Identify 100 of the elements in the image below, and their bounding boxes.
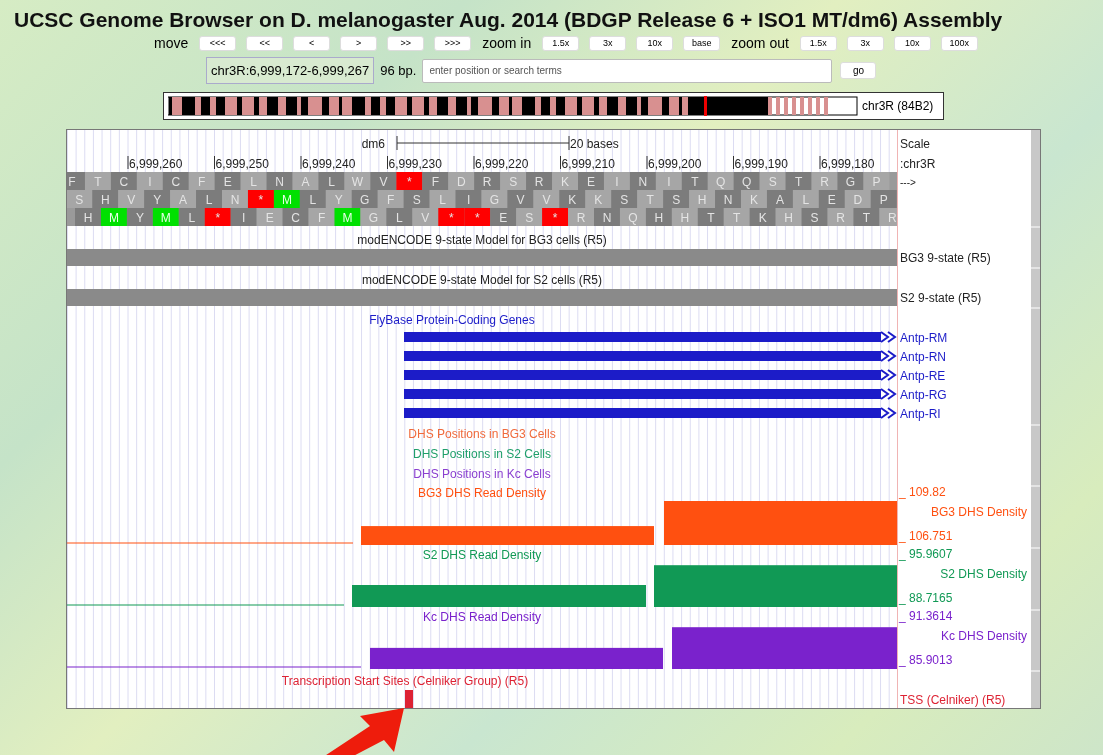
track-label: Kc DHS Density [940, 629, 1027, 643]
amino-acid-cell: L [318, 172, 345, 190]
track-label: S2 9-state (R5) [900, 291, 982, 305]
amino-acid-cell: F [308, 208, 335, 226]
amino-acid-cell: Q [707, 172, 734, 190]
track-label: BG3 9-state (R5) [900, 251, 991, 265]
amino-acid-cell: M [152, 208, 179, 226]
amino-acid-cell: T [681, 172, 708, 190]
move-button[interactable]: >>> [434, 35, 472, 51]
amino-acid-cell: D [844, 190, 871, 208]
amino-acid-cell: T [723, 208, 750, 226]
amino-acid-cell: L [429, 190, 456, 208]
amino-acid-cell: A [292, 172, 319, 190]
amino-acid-cell: Y [144, 190, 171, 208]
ruler-tick-label: 6,999,210 [561, 157, 615, 171]
zoom-out-button[interactable]: 10x [893, 35, 931, 51]
amino-acid-cell: A [170, 190, 197, 208]
range-min-label: _ 106.751 [899, 529, 953, 543]
amino-acid-cell: * [542, 208, 569, 226]
amino-acid-cell: H [645, 208, 672, 226]
amino-acid-cell: N [266, 172, 293, 190]
amino-acid-cell: R [811, 172, 838, 190]
amino-acid-cell: S [67, 190, 93, 208]
amino-acid-cell: L [196, 190, 223, 208]
nav-label: move [154, 35, 189, 51]
track-title: Kc DHS Read Density [423, 610, 541, 624]
chromosome-ideogram[interactable]: chr3R (84B2) [163, 92, 944, 120]
zoom-out-button[interactable]: 3x [846, 35, 884, 51]
amino-acid-cell: E [818, 190, 845, 208]
amino-acid-cell: R [827, 208, 854, 226]
ruler-tick-label: 6,999,220 [475, 157, 529, 171]
move-button[interactable]: >> [387, 35, 425, 51]
amino-acid-cell: L [178, 208, 205, 226]
track-title: S2 DHS Read Density [422, 548, 542, 562]
track-title: BG3 DHS Read Density [417, 486, 547, 500]
assembly-label: dm6 [361, 137, 385, 151]
move-button[interactable]: << [246, 35, 284, 51]
range-min-label: _ 88.7165 [899, 591, 953, 605]
page-title: UCSC Genome Browser on D. melanogaster Aug. 2014 (BDGP Release 6 + ISO1 MT/dm6) Assembly [14, 8, 1004, 32]
move-button[interactable]: > [340, 35, 378, 51]
amino-acid-cell: C [282, 208, 309, 226]
ruler-tick-label: 6,999,240 [302, 157, 356, 171]
amino-acid-cell: * [438, 208, 465, 226]
amino-acid-cell: H [671, 208, 698, 226]
amino-acid-cell: H [689, 190, 716, 208]
amino-acid-cell: E [578, 172, 604, 190]
range-max-label: _ 91.3614 [899, 609, 953, 623]
amino-acid-cell: N [715, 190, 742, 208]
track-title: FlyBase Protein-Coding Genes [369, 313, 535, 327]
amino-acid-cell: C [110, 172, 137, 190]
zoom-out-button[interactable]: 1.5x [799, 35, 837, 51]
zoom-out-button[interactable]: 100x [940, 35, 978, 51]
amino-acid-cell: M [100, 208, 127, 226]
zoom-in-button[interactable]: base [683, 35, 721, 51]
track-label: TSS (Celniker) (R5) [900, 693, 1006, 707]
amino-acid-cell: T [853, 208, 880, 226]
tss-mark [405, 690, 413, 708]
gene-label: Antp-RM [900, 331, 948, 345]
amino-acid-cell: A [766, 190, 793, 208]
amino-acid-cell: R [879, 208, 897, 226]
track-label: S2 DHS Density [940, 567, 1027, 581]
move-button[interactable]: < [293, 35, 331, 51]
amino-acid-cell: V [118, 190, 145, 208]
range-max-label: _ 95.9607 [899, 547, 953, 561]
track-label: BG3 DHS Density [930, 505, 1027, 519]
amino-acid-cell: V [412, 208, 439, 226]
track-title: Transcription Start Sites (Celniker Group) (R5) [281, 674, 529, 688]
gene-label: Antp-RG [900, 388, 947, 402]
ruler-tick-label: 6,999,190 [734, 157, 788, 171]
amino-acid-cell: S [611, 190, 638, 208]
amino-acid-cell: H [92, 190, 119, 208]
ruler-tick-label: 6,999,260 [129, 157, 183, 171]
amino-acid-cell: E [256, 208, 283, 226]
amino-acid-cell: * [396, 172, 423, 190]
amino-acid-cell: K [552, 172, 579, 190]
nav-label: zoom in [482, 35, 532, 51]
amino-acid-cell: K [749, 208, 776, 226]
amino-acid-cell: S [759, 172, 786, 190]
amino-acid-cell: T [785, 172, 812, 190]
track-title: modENCODE 9-state Model for BG3 cells (R5) [357, 233, 607, 247]
position-range: chr3R:6,999,172-6,999,267 [206, 57, 375, 84]
nav-label: zoom out [731, 35, 789, 51]
ruler-tick-label: 6,999,180 [821, 157, 875, 171]
zoom-in-button[interactable]: 3x [589, 35, 627, 51]
search-field[interactable]: enter position or search terms [422, 58, 833, 83]
zoom-in-button[interactable]: 1.5x [542, 35, 580, 51]
amino-acid-cell: T [637, 190, 664, 208]
amino-acid-cell: H [75, 208, 101, 226]
move-button[interactable]: <<< [199, 35, 237, 51]
amino-acid-cell: S [801, 208, 828, 226]
track-title: DHS Positions in Kc Cells [413, 467, 551, 481]
track-title: DHS Positions in S2 Cells [412, 447, 552, 461]
ruler-tick-label: 6,999,200 [648, 157, 702, 171]
amino-acid-cell: H [775, 208, 802, 226]
amino-acid-cell: K [741, 190, 767, 208]
go-button[interactable]: go [840, 62, 877, 79]
region-size: 96 bp. [380, 63, 417, 78]
amino-acid-cell: S [516, 208, 543, 226]
amino-acid-cell: L [386, 208, 413, 226]
zoom-in-button[interactable]: 10x [636, 35, 674, 51]
